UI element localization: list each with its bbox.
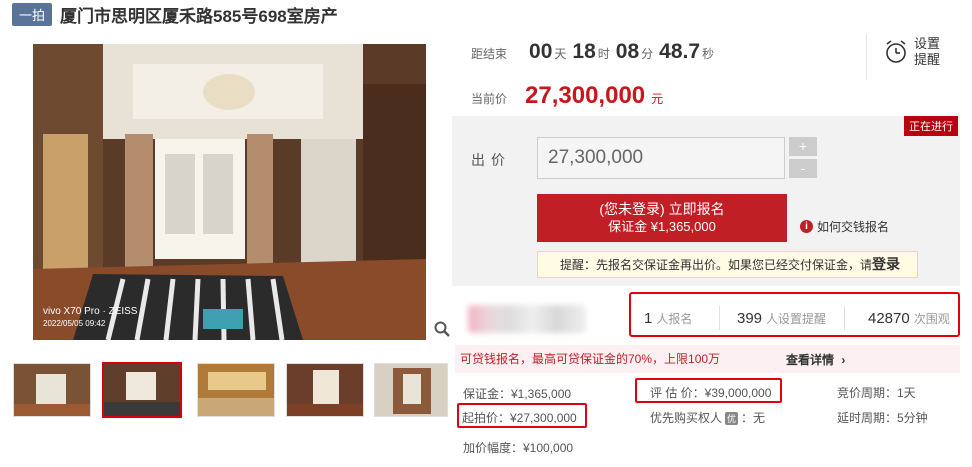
thumbnail-5[interactable] (374, 363, 448, 417)
bid-increase-button[interactable]: + (789, 137, 817, 156)
loan-details-link[interactable]: 查看详情 › (786, 351, 845, 368)
photo-watermark-device: vivo X70 Pro · ZEISS (43, 306, 138, 317)
signup-button[interactable]: (您未登录) 立即报名 保证金 ¥1,365,000 (537, 194, 787, 242)
login-notice-text: 提醒：先报名交保证金再出价。如果您已经交付保证金，请 (560, 258, 873, 272)
priority-buyer-label: 优先购买权人 (650, 411, 723, 425)
blurred-avatars (468, 305, 586, 333)
signup-button-line1: (您未登录) 立即报名 (599, 201, 725, 217)
priority-buyer-value: 无 (753, 411, 766, 425)
views-stat: 42870 次围观 (868, 310, 950, 327)
signup-button-line2: 保证金 ¥1,365,000 (608, 219, 716, 234)
views-count: 42870 (868, 310, 910, 327)
current-price-value: 27,300,000 (525, 82, 646, 109)
title-row: 一拍 厦门市思明区厦禾路585号698室房产 (12, 2, 338, 26)
countdown-timer: 距结束 00 天 18 时 08 分 48.7 秒 (471, 40, 718, 70)
countdown-hours-unit: 时 (597, 47, 610, 61)
increment-detail: 加价幅度：¥100,000 (463, 441, 574, 455)
countdown-minutes-unit: 分 (641, 47, 654, 61)
reminder-stat-label: 人设置提醒 (766, 312, 827, 326)
starting-price-detail: 起拍价：¥27,300,000 (462, 411, 577, 425)
countdown-days: 00 (529, 40, 553, 63)
set-reminder-button[interactable]: 设置提醒 (884, 36, 942, 68)
login-link[interactable]: 登录 (872, 256, 900, 272)
bid-decrease-button[interactable]: - (789, 159, 817, 178)
bedroom-photo-illustration (33, 44, 426, 340)
thumbnail-1[interactable] (13, 363, 91, 417)
photo-watermark-date: 2022/05/05 09:42 (43, 319, 106, 328)
current-price-label: 当前价 (471, 92, 508, 106)
how-to-pay-label: 如何交钱报名 (817, 220, 890, 234)
how-to-pay-link[interactable]: i 如何交钱报名 (800, 218, 889, 235)
status-badge: 正在进行 (904, 116, 958, 136)
priority-buyer-detail: 优先购买权人优：无 (650, 411, 766, 425)
info-icon: i (800, 220, 813, 233)
views-label: 次围观 (913, 312, 950, 326)
thumbnail-4[interactable] (286, 363, 364, 417)
page-title: 厦门市思明区厦禾路585号698室房产 (60, 6, 338, 26)
set-reminder-label: 设置提醒 (914, 36, 941, 67)
countdown-minutes: 08 (615, 40, 640, 63)
thumbnail-2[interactable] (102, 362, 182, 418)
divider (866, 34, 867, 80)
auction-round-badge: 一拍 (12, 2, 53, 26)
thumbnail-3[interactable] (197, 363, 275, 417)
divider (844, 306, 845, 330)
current-price-row: 当前价 27,300,000 元 (471, 82, 663, 110)
alarm-clock-icon (886, 40, 906, 63)
registered-count: 1 (644, 310, 653, 327)
divider (719, 306, 720, 330)
main-property-photo[interactable]: vivo X70 Pro · ZEISS 2022/05/05 09:42 (33, 44, 426, 340)
countdown-seconds: 48.7 (659, 40, 701, 63)
reminder-count: 399 (737, 310, 763, 327)
appraisal-detail: 评 估 价：¥39,000,000 (650, 386, 772, 400)
deposit-detail: 保证金：¥1,365,000 (463, 387, 572, 401)
countdown-label: 距结束 (471, 47, 508, 61)
login-notice: 提醒：先报名交保证金再出价。如果您已经交付保证金，请登录 (537, 251, 918, 278)
loan-details-label: 查看详情 (786, 353, 835, 367)
extension-detail: 延时周期：5分钟 (837, 411, 928, 425)
current-price-unit: 元 (651, 92, 664, 106)
reminder-stat: 399 人设置提醒 (737, 310, 826, 327)
countdown-days-unit: 天 (554, 47, 567, 61)
bid-cycle-detail: 竞价周期：1天 (837, 386, 916, 400)
registered-label: 人报名 (656, 312, 693, 326)
countdown-seconds-unit: 秒 (702, 47, 715, 61)
loan-banner: 可贷钱报名，最高可贷保证金的70%，上限100万 (455, 345, 960, 373)
bid-label: 出价 (471, 152, 511, 168)
registered-stat: 1 人报名 (644, 310, 692, 327)
zoom-icon[interactable] (433, 320, 451, 338)
chevron-right-icon: › (841, 353, 846, 367)
bid-amount-input[interactable] (537, 137, 785, 179)
countdown-hours: 18 (572, 40, 596, 63)
priority-icon: 优 (725, 412, 739, 425)
